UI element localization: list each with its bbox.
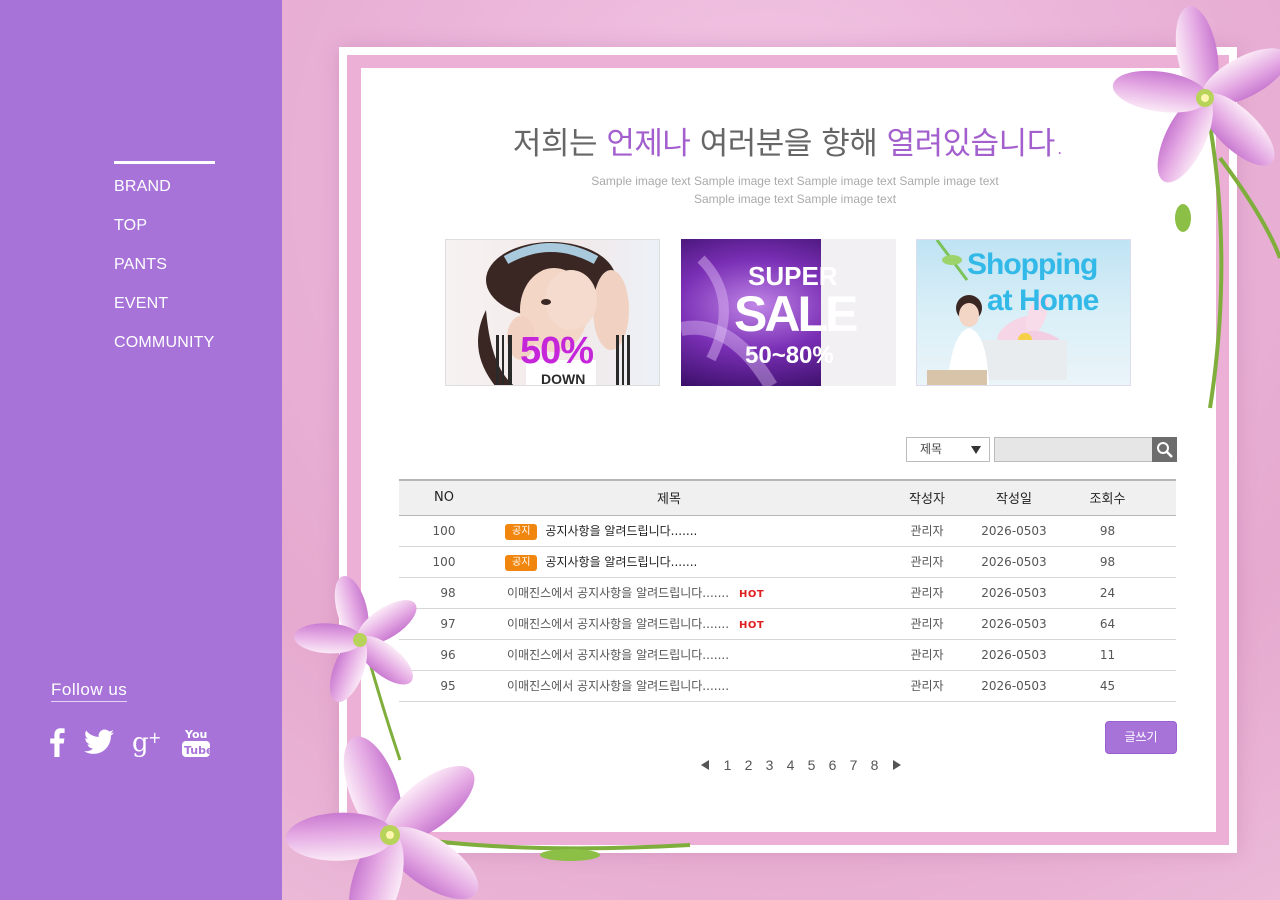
col-date: 작성일 [959,479,1069,516]
banner-50-text: 50% [520,330,594,372]
twitter-icon[interactable] [84,729,114,755]
svg-text:g: g [132,728,149,757]
page-link-7[interactable]: 7 [843,757,864,773]
nav-item-top[interactable]: TOP [114,215,214,254]
col-no: NO [399,479,489,516]
page-link-4[interactable]: 4 [780,757,801,773]
search-field-select[interactable]: 제목 [906,437,990,462]
page-link-2[interactable]: 2 [738,757,759,773]
table-row: 100 공지 공지사항을 알려드립니다....... 관리자 2026-0503 … [399,546,1176,578]
hot-badge: HOT [739,620,765,631]
page-link-6[interactable]: 6 [822,757,843,773]
chevron-down-icon [971,446,981,454]
board-table: NO 제목 작성자 작성일 조회수 100 공지 공지사항을 알려드립니다....… [399,479,1176,702]
banner-50-down[interactable]: 50% DOWN [445,239,660,386]
page-link-5[interactable]: 5 [801,757,822,773]
search-input[interactable] [994,437,1154,462]
svg-text:You: You [184,728,207,741]
hot-badge: HOT [739,589,765,600]
page-subtext: Sample image text Sample image text Samp… [591,174,999,206]
post-title-link[interactable]: 이매진스에서 공지사항을 알려드립니다....... [507,586,729,600]
table-row: 97 이매진스에서 공지사항을 알려드립니다....... HOT 관리자 202… [399,608,1176,640]
triangle-left-icon [701,760,709,770]
nav-item-brand[interactable]: BRAND [114,176,214,215]
post-title-link[interactable]: 이매진스에서 공지사항을 알려드립니다....... [507,679,729,693]
banner-super-sale[interactable]: SUPER SALE 50~80% [681,239,896,386]
notice-badge: 공지 [505,523,538,540]
banner-shopping-at-home[interactable]: Shopping at Home [916,239,1131,386]
main-nav: BRAND TOP PANTS EVENT COMMUNITY [114,176,214,371]
nav-item-pants[interactable]: PANTS [114,254,214,293]
search-button[interactable] [1152,437,1177,462]
banner-sale-text: SALE [734,286,858,342]
col-writer: 작성자 [849,479,959,516]
banner-shopping-text: Shopping [967,248,1098,281]
table-row: 100 공지 공지사항을 알려드립니다....... 관리자 2026-0503 … [399,515,1176,547]
post-title-link[interactable]: 공지사항을 알려드립니다....... [545,524,697,538]
write-post-button[interactable]: 글쓰기 [1105,721,1177,754]
page-headline: 저희는 언제나 여러분을 향해 열려있습니다. [512,126,1065,162]
post-title-link[interactable]: 이매진스에서 공지사항을 알려드립니다....... [507,617,729,631]
page-link-3[interactable]: 3 [759,757,780,773]
youtube-icon[interactable]: You Tube [182,726,210,758]
notice-badge: 공지 [505,554,538,571]
nav-item-event[interactable]: EVENT [114,293,214,332]
nav-divider [114,161,215,164]
google-plus-icon[interactable]: g + [132,727,164,757]
follow-us-label: Follow us [51,680,128,702]
nav-item-community[interactable]: COMMUNITY [114,332,214,371]
page-link-1[interactable]: 1 [717,757,738,773]
next-page-button[interactable] [885,759,909,771]
page-link-8[interactable]: 8 [864,757,885,773]
facebook-icon[interactable] [48,727,66,757]
table-row: 95 이매진스에서 공지사항을 알려드립니다....... 관리자 2026-0… [399,670,1176,702]
col-views: 조회수 [1069,479,1176,516]
svg-text:+: + [148,728,161,747]
social-links: g + You Tube [48,726,228,758]
table-header-row: NO 제목 작성자 작성일 조회수 [399,479,1176,516]
pagination: 1 2 3 4 5 6 7 8 [693,757,909,773]
col-title: 제목 [489,479,849,516]
post-title-link[interactable]: 이매진스에서 공지사항을 알려드립니다....... [507,648,729,662]
sidebar: BRAND TOP PANTS EVENT COMMUNITY Follow u… [0,0,282,900]
triangle-right-icon [893,760,901,770]
svg-text:Tube: Tube [184,744,210,757]
banner-percent-text: 50~80% [745,342,834,369]
search-icon [1156,441,1173,458]
banner-down-text: DOWN [541,371,586,386]
prev-page-button[interactable] [693,759,717,771]
table-row: 98 이매진스에서 공지사항을 알려드립니다....... HOT 관리자 202… [399,577,1176,609]
table-row: 96 이매진스에서 공지사항을 알려드립니다....... 관리자 2026-0… [399,639,1176,671]
banner-at-home-text: at Home [987,284,1099,317]
post-title-link[interactable]: 공지사항을 알려드립니다....... [545,555,697,569]
